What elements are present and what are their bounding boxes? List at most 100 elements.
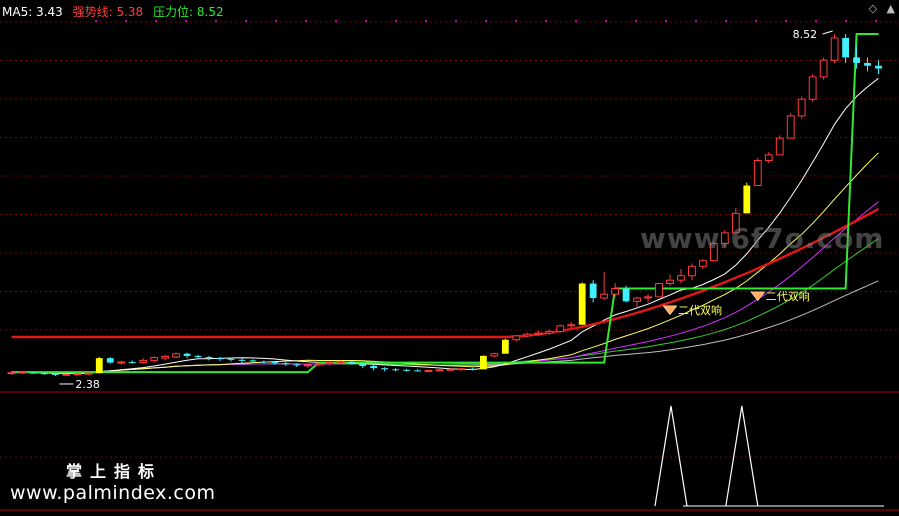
strong-line-label: 强势线: 5.38 — [72, 5, 144, 19]
candle-body — [216, 358, 224, 360]
top-dot — [575, 20, 577, 22]
candle-body — [51, 373, 59, 375]
candle-body — [457, 368, 466, 371]
candle-body — [512, 335, 521, 341]
top-dot — [365, 20, 367, 22]
candle-body — [743, 185, 751, 214]
low-price-label: 2.38 — [75, 378, 100, 391]
triangle-up-icon[interactable]: ▲ — [887, 2, 895, 15]
footer-chinese: 掌上指标 — [66, 462, 163, 481]
candle-body — [238, 359, 246, 361]
candle-body — [490, 353, 499, 357]
top-dot — [155, 20, 157, 22]
candle-body — [567, 324, 576, 327]
candle-body — [84, 372, 93, 375]
ma-green-line — [11, 238, 879, 374]
candle-body — [403, 369, 410, 371]
top-dot — [125, 20, 127, 22]
candle-body — [666, 279, 674, 285]
candle-body — [370, 365, 378, 369]
candle-body — [819, 59, 828, 78]
candle-body — [853, 57, 860, 63]
candle-body — [194, 355, 202, 358]
candle-body — [600, 293, 609, 299]
candle-body — [128, 362, 136, 364]
candle-body — [469, 368, 476, 370]
candle-body — [30, 372, 37, 374]
top-dot — [275, 20, 277, 22]
candle-body — [523, 333, 532, 337]
candle-body — [336, 360, 345, 364]
signal-label: 二代双响 — [678, 304, 722, 317]
candle-body — [139, 359, 148, 364]
candle-body — [446, 368, 455, 371]
candle-body — [314, 363, 323, 366]
candle-body — [381, 368, 389, 370]
stock-chart: 8.522.38二代双响二代双响 — [0, 20, 899, 511]
candle-body — [293, 364, 301, 366]
candle-body — [808, 76, 817, 100]
chart-controls: ◇ ▲ — [863, 2, 895, 15]
signal-label: 二代双响 — [766, 290, 810, 303]
signal-spike — [725, 405, 759, 507]
candle-body — [633, 297, 641, 302]
top-dot — [785, 20, 787, 22]
top-dot — [695, 20, 697, 22]
ma-gray-line — [11, 280, 879, 374]
candle-body — [117, 361, 126, 364]
candle-body — [359, 363, 367, 366]
candle-body — [271, 362, 279, 364]
top-dot — [755, 20, 757, 22]
top-dot — [635, 20, 637, 22]
top-dot — [875, 20, 877, 22]
diamond-icon[interactable]: ◇ — [869, 2, 877, 15]
candle-body — [775, 137, 784, 156]
candle-body — [786, 115, 795, 139]
candle-body — [414, 370, 421, 372]
candle-body — [753, 159, 762, 187]
candle-body — [842, 37, 849, 58]
candle-body — [501, 339, 509, 354]
top-dot — [845, 20, 847, 22]
candle-body — [424, 369, 433, 372]
candle-body — [655, 283, 663, 298]
candle-body — [864, 62, 871, 66]
top-dot — [425, 20, 427, 22]
top-dot — [665, 20, 667, 22]
candle-body — [764, 154, 773, 161]
candle-body — [106, 358, 114, 363]
ma5-label: MA5: 3.43 — [2, 5, 63, 19]
candle-body — [392, 369, 400, 371]
signal-spike — [654, 405, 688, 507]
candle-body — [303, 364, 312, 367]
candle-body — [688, 265, 696, 277]
candle-body — [534, 332, 543, 335]
candle-body — [830, 37, 839, 61]
signal-diamond-icon — [662, 305, 678, 316]
candle-body — [578, 283, 586, 325]
top-dot — [725, 20, 727, 22]
candle-body — [260, 361, 268, 363]
candle-body — [183, 353, 191, 356]
candle-body — [644, 296, 652, 299]
top-dot — [605, 20, 607, 22]
candle-body — [205, 357, 213, 359]
candle-body — [227, 358, 235, 360]
candle-body — [172, 353, 181, 358]
top-dot — [485, 20, 487, 22]
top-dot — [335, 20, 337, 22]
candle-body — [95, 358, 103, 374]
high-price-label: 8.52 — [793, 28, 818, 41]
top-dot — [95, 20, 97, 22]
top-dot — [185, 20, 187, 22]
candle-body — [611, 288, 620, 295]
candle-body — [556, 325, 565, 332]
top-dot — [245, 20, 247, 22]
top-dot — [215, 20, 217, 22]
candle-body — [677, 275, 685, 281]
candle-body — [797, 98, 806, 117]
candle-body — [7, 372, 16, 375]
candle-body — [589, 283, 597, 299]
candle-body — [480, 355, 487, 370]
top-dot — [815, 20, 817, 22]
